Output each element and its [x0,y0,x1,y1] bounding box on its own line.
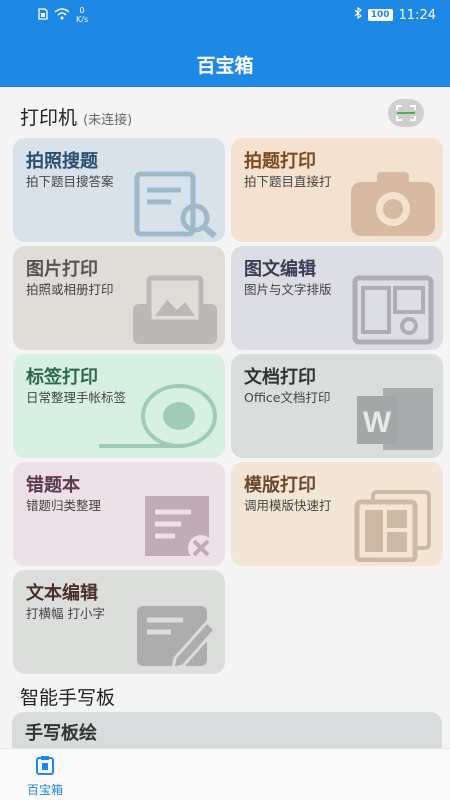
speed-value: 0 [79,6,85,15]
wifi-icon [54,8,70,22]
card-title: 文档打印 [244,367,316,388]
card-title: 拍照搜题 [26,151,98,172]
status-bar: 0 K/s 100 11:24 [0,0,450,30]
card-image-print[interactable]: 图片打印 拍照或相册打印 [13,246,225,350]
card-subtitle: 调用模版快速打 [244,498,332,513]
tab-label: 百宝箱 [26,783,63,797]
bottom-tab-bar: 百宝箱 [0,748,450,800]
card-subtitle: 错题归类整理 [26,498,102,513]
card-subtitle: 拍下题目搜答案 [26,174,114,189]
card-template-print[interactable]: 模版打印 调用模版快速打 [231,462,443,566]
printer-section-header: 打印机 (未连接) [20,103,132,130]
card-title: 文本编辑 [26,583,98,604]
tab-toolbox[interactable]: 百宝箱 [20,755,70,798]
scan-button[interactable] [388,99,424,127]
card-subtitle: 拍照或相册打印 [26,282,114,297]
word-doc-icon: W [357,388,433,450]
card-title: 错题本 [26,475,80,496]
card-photo-search[interactable]: 拍照搜题 拍下题目搜答案 [13,138,225,242]
battery-indicator: 100 [367,9,393,21]
template-icon [354,490,431,562]
printer-status: (未连接) [83,113,133,128]
scan-icon [396,105,416,121]
card-wrong-question-book[interactable]: 错题本 错题归类整理 [13,462,225,566]
layout-doc-icon [352,275,434,345]
search-doc-icon [134,171,217,238]
card-title: 标签打印 [26,367,98,388]
sim-icon [38,8,48,22]
card-subtitle: 打横幅 打小字 [26,606,105,621]
bluetooth-icon [354,6,362,23]
card-title: 图片打印 [26,259,98,280]
card-subtitle: Office文档打印 [244,390,331,405]
card-title: 手写板绘 [25,723,97,744]
card-text-image-edit[interactable]: 图文编辑 图片与文字排版 [231,246,443,350]
card-photo-print[interactable]: 拍题打印 拍下题目直接打 [231,138,443,242]
wrong-note-icon [145,496,214,561]
card-document-print[interactable]: 文档打印 Office文档打印 W [231,354,443,458]
speed-unit: K/s [76,15,89,24]
card-subtitle: 拍下题目直接打 [244,174,332,189]
clock: 11:24 [398,7,436,23]
svg-text:W: W [363,406,392,439]
card-subtitle: 图片与文字排版 [244,282,332,297]
card-title: 图文编辑 [244,259,316,280]
toolbox-icon [36,756,54,775]
network-speed: 0 K/s [76,6,88,24]
card-title: 拍题打印 [244,151,316,172]
card-text-edit[interactable]: 文本编辑 打横幅 打小字 [13,570,225,674]
card-title: 模版打印 [244,475,316,496]
printer-label: 打印机 [20,107,78,129]
card-label-print[interactable]: 标签打印 日常整理手帐标签 [13,354,225,458]
photo-printer-icon [133,275,217,344]
handwriting-section-header: 智能手写板 [20,687,116,709]
page-title: 百宝箱 [0,30,450,87]
edit-doc-icon [137,606,218,670]
tape-icon [99,384,217,448]
camera-icon [351,172,435,236]
